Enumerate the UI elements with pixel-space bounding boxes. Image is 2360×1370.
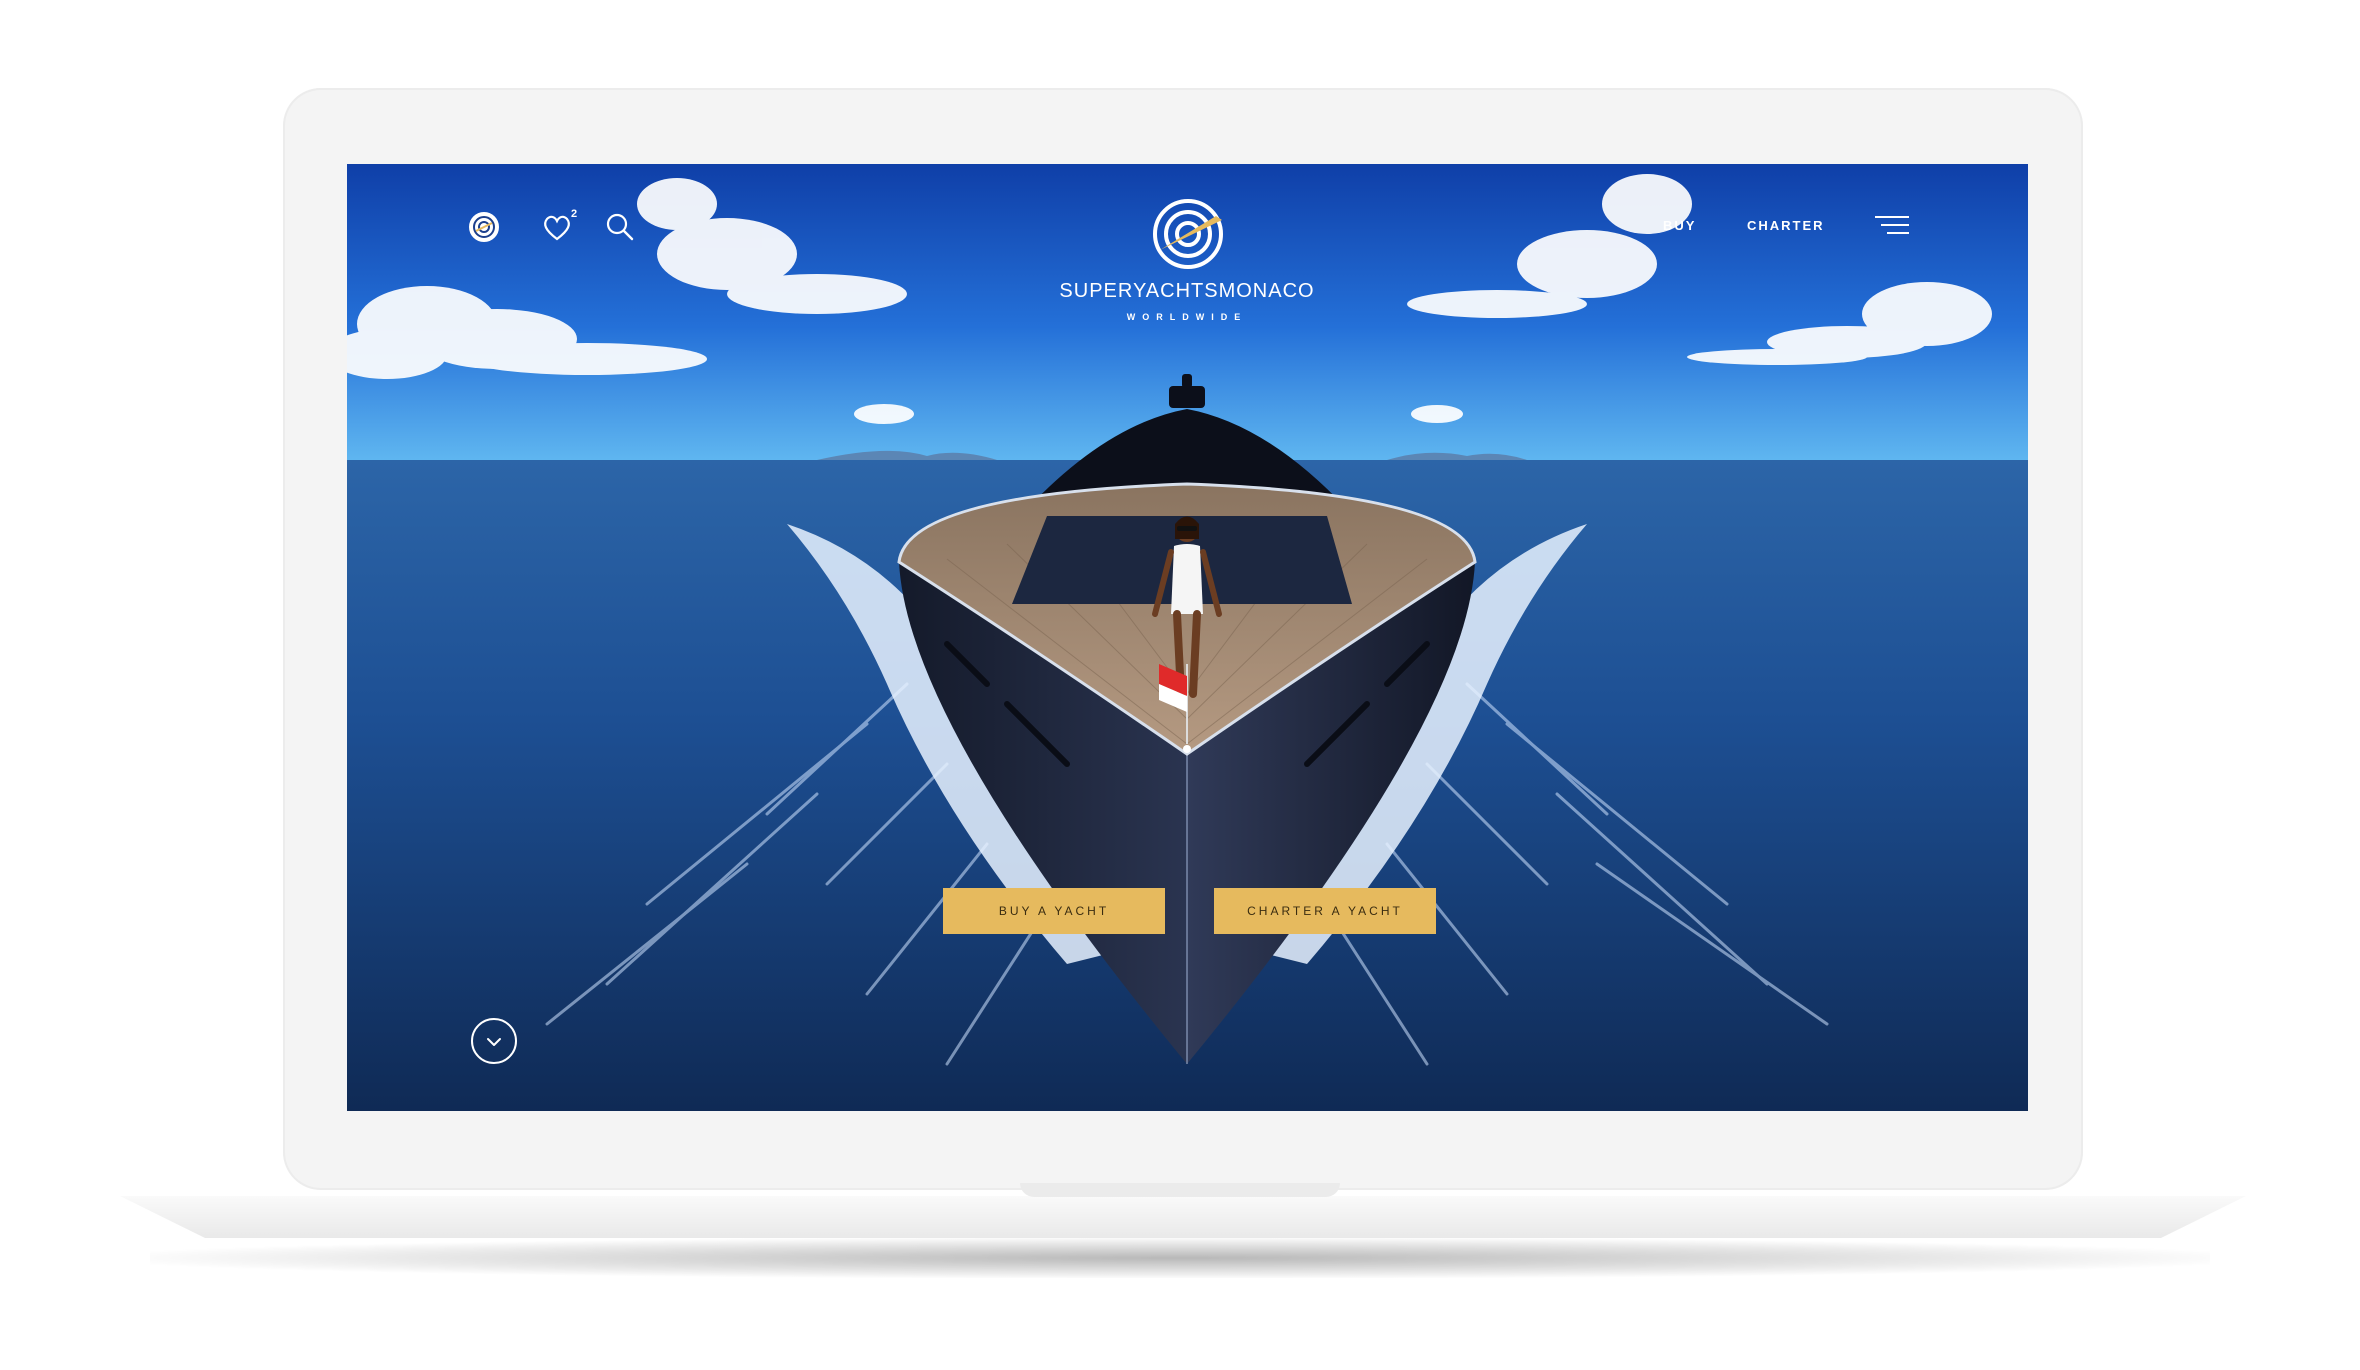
favorites-count: 2 (571, 208, 578, 220)
brand-tagline: WORLDWIDE (1126, 312, 1248, 322)
nav-charter-link[interactable]: CHARTER (1747, 218, 1825, 233)
laptop-notch (1020, 1183, 1340, 1197)
site-header: 2 SUPERYACHTSMONACO WORLDWIDE BUY CHARTE… (347, 164, 2028, 324)
brand-name: SUPERYACHTSMONACO (1059, 280, 1315, 302)
menu-icon[interactable] (1875, 214, 1909, 238)
website-screen: 2 SUPERYACHTSMONACO WORLDWIDE BUY CHARTE… (347, 164, 2028, 1111)
heart-icon[interactable] (541, 212, 573, 242)
scroll-down-button[interactable] (471, 1018, 517, 1064)
chevron-down-icon (487, 1038, 501, 1046)
logo-icon[interactable] (469, 212, 499, 242)
nav-buy-link[interactable]: BUY (1663, 218, 1696, 233)
laptop-shadow (150, 1238, 2210, 1278)
brand-logo-icon[interactable] (1152, 198, 1224, 270)
buy-yacht-button[interactable]: BUY A YACHT (943, 888, 1165, 934)
search-icon[interactable] (605, 212, 635, 242)
charter-yacht-button[interactable]: CHARTER A YACHT (1214, 888, 1436, 934)
laptop-base (120, 1196, 2246, 1238)
